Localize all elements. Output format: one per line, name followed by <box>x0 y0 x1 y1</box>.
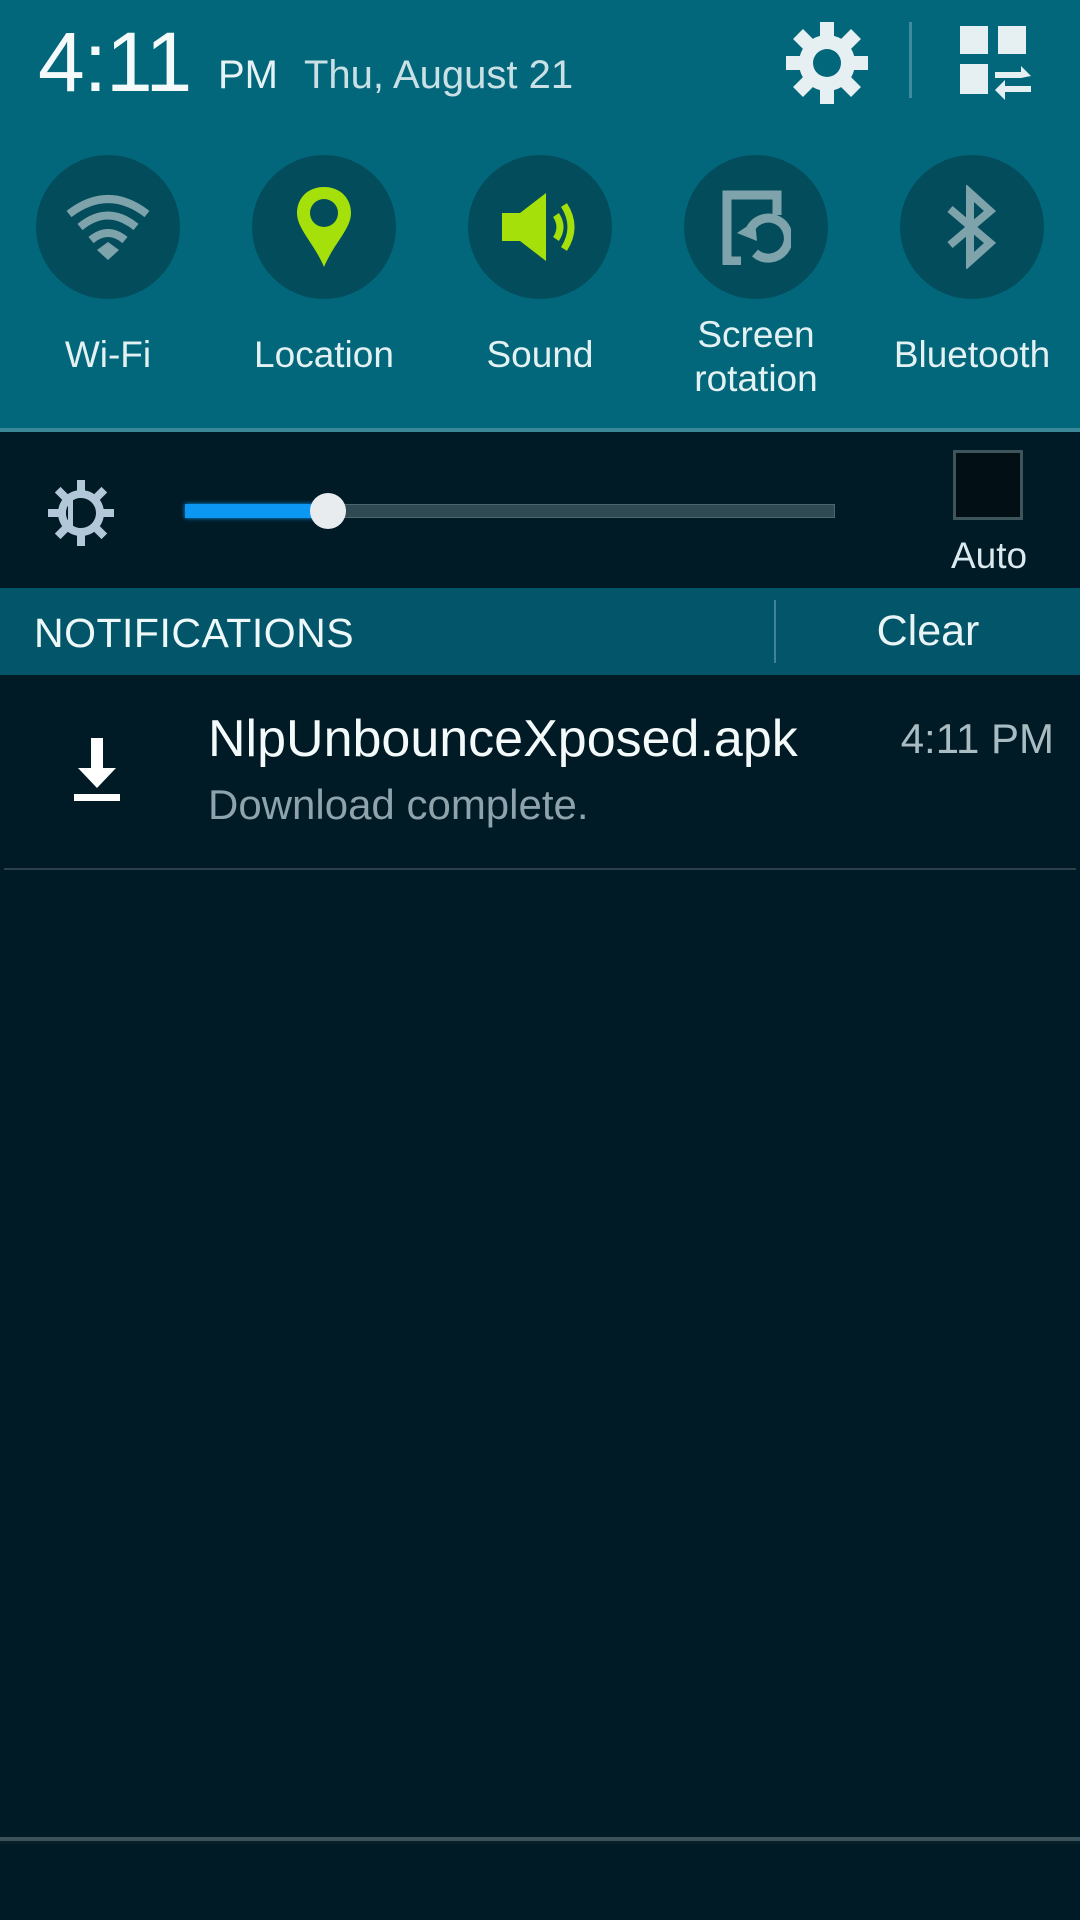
toggle-sound-circle[interactable] <box>468 155 612 299</box>
brightness-slider-fill <box>185 504 328 518</box>
toggle-rotation-label-line1: Screen <box>697 314 815 355</box>
bluetooth-icon <box>947 185 997 269</box>
brightness-slider[interactable] <box>185 493 835 529</box>
notification-subtitle: Download complete. <box>208 781 589 828</box>
toggle-location[interactable]: Location <box>216 155 432 415</box>
toggle-screen-rotation[interactable]: Screen rotation <box>648 155 864 415</box>
toggle-bluetooth[interactable]: Bluetooth <box>864 155 1080 415</box>
toggle-wifi-circle[interactable] <box>36 155 180 299</box>
download-icon <box>72 738 122 804</box>
screen-rotation-icon <box>722 190 791 265</box>
clock-time: 4:11 <box>38 15 192 109</box>
grid-swap-icon <box>960 26 1031 100</box>
clock-ampm: PM <box>218 53 278 97</box>
toggle-bluetooth-circle[interactable] <box>900 155 1044 299</box>
toggle-bluetooth-label: Bluetooth <box>893 334 1051 375</box>
panel-drag-handle-shadow <box>0 1841 1080 1844</box>
notifications-title: NOTIFICATIONS <box>34 610 355 656</box>
toggle-rotation-circle[interactable] <box>684 155 828 299</box>
toggle-location-label: Location <box>254 334 394 375</box>
quick-settings-edit-button[interactable] <box>955 22 1035 102</box>
notification-item[interactable] <box>0 675 1080 868</box>
wifi-icon <box>66 195 150 260</box>
toggle-sound-label: Sound <box>486 334 594 375</box>
toggle-rotation-label: Screen rotation <box>648 313 864 401</box>
gear-icon <box>786 22 868 104</box>
date-label[interactable]: Thu, August 21 <box>304 50 573 100</box>
toggle-rotation-label-line2: rotation <box>694 358 818 399</box>
clear-button[interactable]: Clear <box>776 588 1080 675</box>
toggle-location-circle[interactable] <box>252 155 396 299</box>
header-divider <box>909 22 912 98</box>
auto-brightness-label: Auto <box>950 535 1028 576</box>
notification-time: 4:11 PM <box>900 715 1054 762</box>
toggle-sound[interactable]: Sound <box>432 155 648 415</box>
speaker-icon <box>502 193 575 261</box>
notification-divider <box>4 868 1076 870</box>
auto-brightness-checkbox[interactable] <box>953 450 1023 520</box>
location-pin-icon <box>297 187 351 267</box>
toggle-wifi-label: Wi-Fi <box>64 334 152 375</box>
settings-button[interactable] <box>782 18 872 108</box>
brightness-slider-thumb[interactable] <box>310 493 346 529</box>
notification-title: NlpUnbounceXposed.apk <box>208 710 798 768</box>
brightness-icon <box>46 478 116 548</box>
toggle-wifi[interactable]: Wi-Fi <box>0 155 216 415</box>
